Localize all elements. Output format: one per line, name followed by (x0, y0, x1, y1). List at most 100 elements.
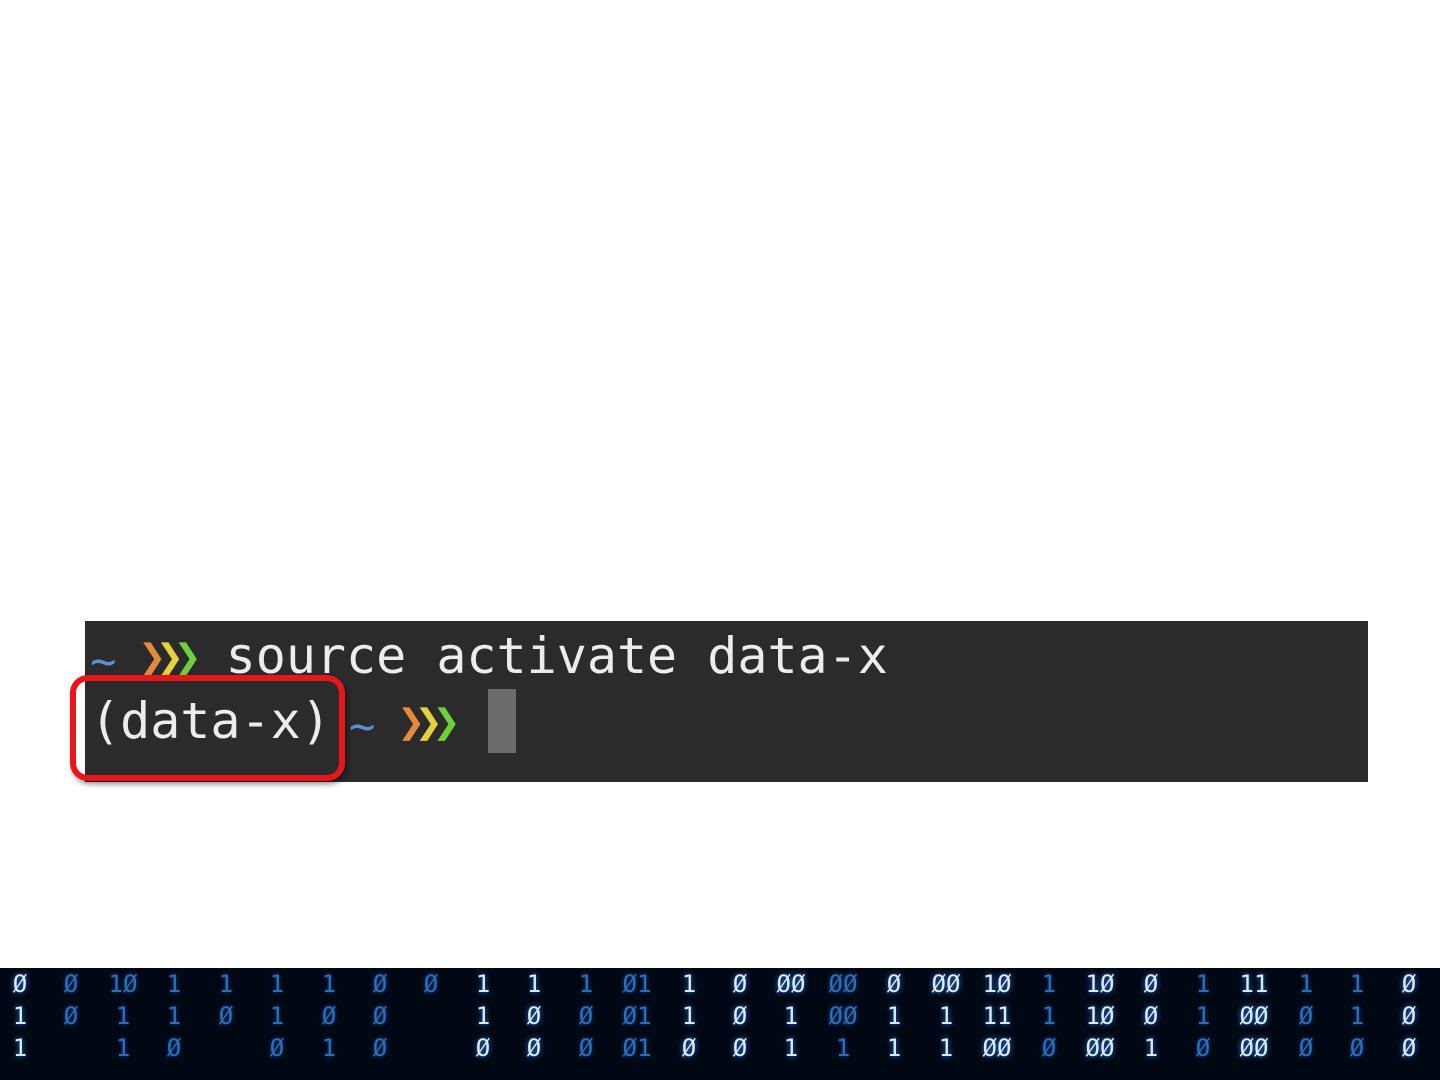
matrix-glyph: 1Ø (1085, 1002, 1115, 1030)
matrix-column: 1 1 Ø (1029, 968, 1069, 1080)
matrix-glyph: Ø (1041, 1034, 1057, 1062)
matrix-column: Ø 1 1 (874, 968, 914, 1080)
matrix-glyph: 1 (938, 1002, 954, 1030)
matrix-glyph: 11 (982, 1002, 1012, 1030)
matrix-glyph: Ø (475, 1034, 491, 1062)
matrix-column: 1 ØØ (1286, 968, 1326, 1080)
matrix-column: 1 1 Ø (257, 968, 297, 1080)
matrix-column: ØØØ (720, 968, 760, 1080)
matrix-glyph: Ø (1143, 970, 1159, 998)
matrix-glyph: 11 (1239, 970, 1269, 998)
matrix-code-decoration: Ø 1 1 Ø Ø 1Ø 1 1 1 1 Ø 1 Ø 1 1 Ø 1 Ø 1 Ø Ø Ø Ø 1 1 Ø 1 Ø Ø 1 Ø Ø Ø1 Ø1 Ø1 1… (0, 968, 1440, 1080)
matrix-glyph: Ø (526, 1002, 542, 1030)
matrix-glyph: 1 (835, 1034, 851, 1062)
chevron-yellow-icon: ❯ (156, 629, 184, 683)
matrix-glyph: Ø (578, 1002, 594, 1030)
matrix-glyph: Ø (269, 1034, 285, 1062)
matrix-glyph: 1Ø (1085, 970, 1115, 998)
matrix-column: 1 ØØ (514, 968, 554, 1080)
matrix-glyph: 1 (12, 1002, 28, 1030)
command-text: source activate data-x (225, 627, 888, 685)
matrix-glyph: 1 (269, 970, 285, 998)
matrix-glyph: Ø (526, 1034, 542, 1062)
matrix-glyph: ØØ (1239, 1034, 1269, 1062)
matrix-glyph: ØØ (931, 970, 961, 998)
matrix-glyph: 1 (218, 970, 234, 998)
matrix-glyph: Ø (166, 1034, 182, 1062)
matrix-glyph: Ø (372, 1034, 388, 1062)
matrix-glyph: 1 (12, 1034, 28, 1062)
matrix-column: ØØ 1 1 (771, 968, 811, 1080)
matrix-glyph: 1 (166, 1002, 182, 1030)
matrix-glyph: 1 (1195, 1002, 1211, 1030)
matrix-column: ØØ ØØ 1 (823, 968, 863, 1080)
matrix-glyph: 1 (1298, 970, 1314, 998)
matrix-column: ØØ 1 (1131, 968, 1171, 1080)
matrix-glyph: ØØ (1239, 1002, 1269, 1030)
matrix-glyph: 1 (475, 1002, 491, 1030)
matrix-column: Ø 1 1 (0, 968, 40, 1080)
matrix-glyph: 1 (321, 1034, 337, 1062)
matrix-column: 1 1 Ø (1337, 968, 1377, 1080)
matrix-column: Ø (411, 968, 451, 1080)
matrix-column: 1 1 Ø (1183, 968, 1223, 1080)
matrix-glyph: 1 (783, 1034, 799, 1062)
matrix-glyph: Ø (886, 970, 902, 998)
matrix-glyph: Ø1 (622, 1034, 652, 1062)
matrix-column: 1 1 Ø (154, 968, 194, 1080)
prompt-chevrons-icon: ❯ ❯ ❯ (397, 698, 460, 744)
matrix-glyph: Ø (12, 970, 28, 998)
chevron-green-icon: ❯ (173, 629, 202, 683)
matrix-glyph: Ø (732, 970, 748, 998)
matrix-glyph: Ø (218, 1002, 234, 1030)
matrix-glyph: Ø (681, 1034, 697, 1062)
matrix-glyph: 1 (1041, 970, 1057, 998)
matrix-glyph: 1 (475, 970, 491, 998)
matrix-glyph: Ø (63, 1002, 79, 1030)
matrix-glyph: 1 (1195, 970, 1211, 998)
matrix-glyph: Ø (1349, 1034, 1365, 1062)
matrix-glyph: Ø1 (622, 970, 652, 998)
matrix-glyph: Ø (1298, 1034, 1314, 1062)
prompt-tilde: ~ (348, 701, 376, 752)
matrix-column: 1 ØØ (566, 968, 606, 1080)
terminal-cursor[interactable] (488, 689, 517, 753)
matrix-glyph: ØØ (776, 970, 806, 998)
matrix-glyph: ØØ (1085, 1034, 1115, 1062)
matrix-column: ØØ 1 1 (926, 968, 966, 1080)
matrix-glyph: 1 (269, 1002, 285, 1030)
matrix-column: 1 1 Ø (463, 968, 503, 1080)
matrix-glyph: 1 (1143, 1034, 1159, 1062)
matrix-glyph: Ø (423, 970, 439, 998)
matrix-glyph: Ø (372, 970, 388, 998)
matrix-glyph: ØØ (828, 1002, 858, 1030)
matrix-glyph: 1 (526, 970, 542, 998)
matrix-glyph: Ø (578, 1034, 594, 1062)
matrix-glyph: Ø (732, 1034, 748, 1062)
matrix-column: 1 1 Ø (669, 968, 709, 1080)
matrix-column: 11 ØØ ØØ (1234, 968, 1274, 1080)
matrix-glyph: Ø (1195, 1034, 1211, 1062)
matrix-glyph: 1 (1349, 1002, 1365, 1030)
matrix-glyph: Ø (1298, 1002, 1314, 1030)
matrix-column: Ø1 Ø1 Ø1 (617, 968, 657, 1080)
matrix-glyph: 1 (783, 1002, 799, 1030)
matrix-glyph: 1 (1041, 1002, 1057, 1030)
matrix-glyph: Ø (63, 970, 79, 998)
matrix-glyph: 1 (681, 1002, 697, 1030)
matrix-glyph: Ø (1401, 970, 1417, 998)
matrix-glyph: Ø (1401, 1002, 1417, 1030)
matrix-column: 1Ø 1Ø ØØ (1080, 968, 1120, 1080)
matrix-column: ØØØ (360, 968, 400, 1080)
matrix-glyph: Ø (1401, 1034, 1417, 1062)
matrix-column: ØØØ (1389, 968, 1429, 1080)
matrix-glyph: 1 (886, 1034, 902, 1062)
matrix-column: 1Ø 11 ØØ (977, 968, 1017, 1080)
chevron-orange-icon: ❯ (138, 629, 167, 683)
matrix-glyph: Ø (372, 1002, 388, 1030)
matrix-glyph: 1 (938, 1034, 954, 1062)
matrix-glyph: 1 (321, 970, 337, 998)
matrix-glyph: 1 (115, 1034, 131, 1062)
matrix-glyph: 1Ø (108, 970, 138, 998)
matrix-glyph: ØØ (828, 970, 858, 998)
